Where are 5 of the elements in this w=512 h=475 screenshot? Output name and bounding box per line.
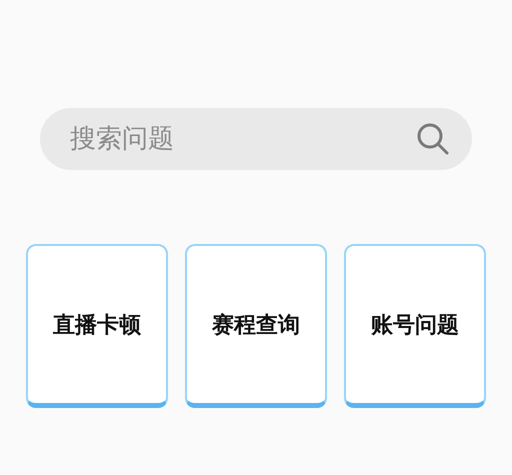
category-button[interactable]: 直播卡顿 [26, 244, 168, 408]
category-button[interactable]: 账号问题 [344, 244, 486, 408]
category-button[interactable]: 赛程查询 [185, 244, 327, 408]
search-field[interactable]: 搜索问题 [40, 108, 472, 170]
search-icon[interactable] [416, 122, 450, 156]
